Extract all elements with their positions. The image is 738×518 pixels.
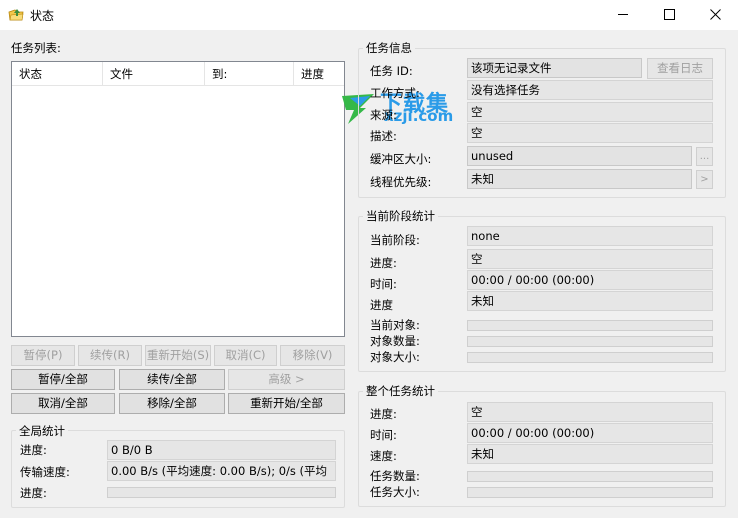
task-info-title: 任务信息	[363, 41, 415, 55]
stage-progress-label: 进度:	[370, 256, 397, 270]
pause-all-button[interactable]: 暂停/全部	[11, 369, 115, 390]
description-field: 空	[467, 123, 713, 143]
stage-time-field: 00:00 / 00:00 (00:00)	[467, 270, 713, 290]
remove-button[interactable]: 移除(V)	[280, 345, 345, 366]
object-size-label: 对象大小:	[370, 350, 420, 364]
thread-priority-label: 线程优先级:	[370, 175, 432, 189]
column-header-destination[interactable]: 到:	[205, 62, 294, 86]
whole-time-label: 时间:	[370, 428, 397, 442]
global-progress-label: 进度:	[20, 443, 47, 457]
maximize-icon	[663, 8, 675, 20]
advanced-button[interactable]: 高级 >	[228, 369, 345, 390]
task-count-bar	[467, 471, 713, 482]
work-mode-label: 工作方式:	[370, 86, 420, 100]
close-button[interactable]	[692, 0, 738, 28]
task-size-bar	[467, 487, 713, 498]
object-count-label: 对象数量:	[370, 334, 420, 348]
object-size-bar	[467, 352, 713, 363]
thread-priority-button[interactable]: >	[696, 170, 713, 189]
object-count-bar	[467, 336, 713, 347]
task-count-label: 任务数量:	[370, 469, 420, 483]
app-icon	[8, 9, 24, 21]
column-header-status[interactable]: 状态	[12, 62, 103, 86]
task-list-header: 状态 文件 到: 进度	[12, 62, 344, 86]
restart-all-button[interactable]: 重新开始/全部	[228, 393, 345, 414]
minimize-button[interactable]	[600, 0, 646, 28]
buffer-size-field: unused	[467, 146, 692, 166]
remove-all-button[interactable]: 移除/全部	[119, 393, 225, 414]
global-stats-title: 全局统计	[16, 424, 68, 438]
cancel-all-button[interactable]: 取消/全部	[11, 393, 115, 414]
task-list-label: 任务列表:	[11, 41, 61, 55]
whole-speed-label: 速度:	[370, 449, 397, 463]
task-size-label: 任务大小:	[370, 485, 420, 499]
description-label: 描述:	[370, 129, 397, 143]
source-field: 空	[467, 102, 713, 122]
whole-progress-field: 空	[467, 402, 713, 422]
minimize-icon	[617, 13, 628, 15]
current-stage-label: 当前阶段:	[370, 233, 420, 247]
restart-button[interactable]: 重新开始(S)	[145, 345, 211, 366]
resume-all-button[interactable]: 续传/全部	[119, 369, 225, 390]
work-mode-field: 没有选择任务	[467, 80, 713, 100]
whole-speed-field: 未知	[467, 444, 713, 464]
title-bar: 状态	[0, 0, 738, 30]
stage-progress-field: 空	[467, 249, 713, 269]
global-bar-label: 进度:	[20, 486, 47, 500]
task-id-label: 任务 ID:	[370, 64, 413, 78]
column-header-progress[interactable]: 进度	[294, 62, 346, 86]
buffer-browse-button[interactable]: ...	[696, 147, 713, 166]
current-object-bar	[467, 320, 713, 331]
whole-time-field: 00:00 / 00:00 (00:00)	[467, 423, 713, 443]
view-log-button[interactable]: 查看日志	[647, 58, 713, 79]
whole-progress-label: 进度:	[370, 407, 397, 421]
pause-button[interactable]: 暂停(P)	[11, 345, 75, 366]
stage-stats-title: 当前阶段统计	[363, 209, 438, 223]
close-icon	[709, 8, 721, 20]
cancel-button[interactable]: 取消(C)	[214, 345, 277, 366]
maximize-button[interactable]	[646, 0, 692, 28]
task-id-field: 该项无记录文件	[467, 58, 642, 78]
current-object-label: 当前对象:	[370, 318, 420, 332]
stage-speed-field: 未知	[467, 291, 713, 311]
global-progress-field: 0 B/0 B	[107, 440, 336, 460]
whole-stats-title: 整个任务统计	[363, 384, 438, 398]
source-label: 来源:	[370, 108, 397, 122]
window-title: 状态	[30, 9, 55, 23]
current-stage-field: none	[467, 226, 713, 246]
stage-speed-label: 进度	[370, 298, 393, 312]
column-header-file[interactable]: 文件	[103, 62, 205, 86]
transfer-speed-field: 0.00 B/s (平均速度: 0.00 B/s); 0/s (平均	[107, 461, 336, 481]
resume-button[interactable]: 续传(R)	[78, 345, 142, 366]
buffer-size-label: 缓冲区大小:	[370, 152, 432, 166]
stage-time-label: 时间:	[370, 277, 397, 291]
global-progress-bar	[107, 487, 336, 498]
transfer-speed-label: 传输速度:	[20, 465, 70, 479]
task-list[interactable]: 状态 文件 到: 进度	[11, 61, 345, 337]
thread-priority-field: 未知	[467, 169, 692, 189]
